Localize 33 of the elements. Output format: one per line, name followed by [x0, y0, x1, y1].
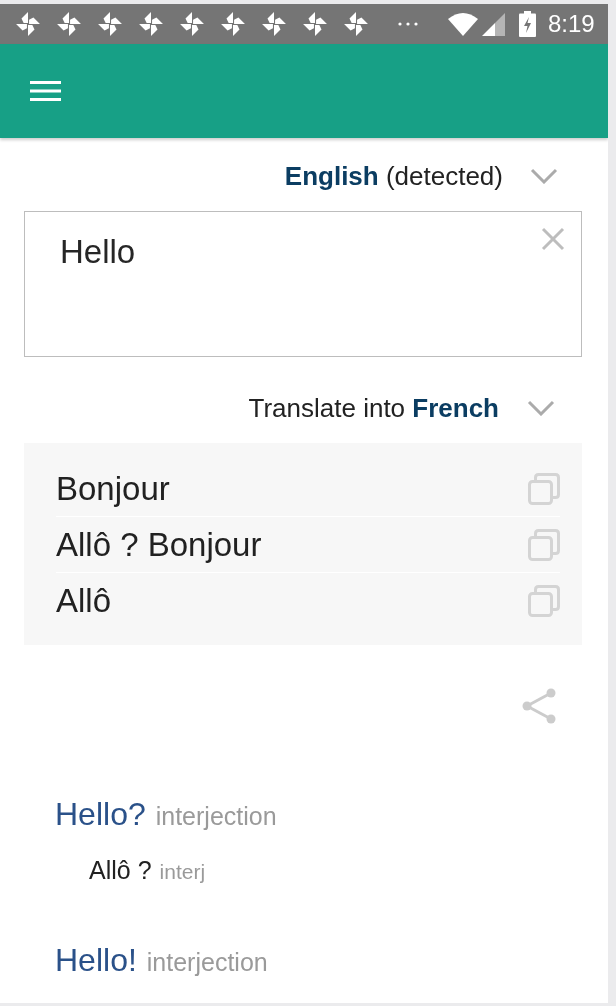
chevron-down-icon[interactable] [527, 400, 555, 416]
pinwheel-icon [179, 11, 205, 37]
signal-icon [482, 12, 505, 36]
copy-icon[interactable] [528, 528, 560, 561]
chevron-down-icon[interactable] [530, 168, 558, 184]
pinwheel-icon [220, 11, 246, 37]
part-of-speech-label: interjection [155, 802, 277, 831]
pinwheel-icon [302, 11, 328, 37]
copy-icon[interactable] [528, 585, 560, 617]
part-of-speech-label: interjection [146, 948, 268, 977]
share-icon[interactable] [522, 688, 556, 724]
target-language-label[interactable]: Translate into French [248, 392, 499, 424]
copy-icon[interactable] [528, 472, 560, 505]
pinwheel-icon [15, 11, 41, 37]
menu-icon[interactable] [30, 81, 61, 101]
pinwheel-icon [343, 11, 369, 37]
sense-translation: Allô ? [89, 855, 152, 886]
translation-text: Bonjour [56, 468, 170, 509]
wifi-icon [448, 12, 478, 36]
close-icon[interactable] [541, 227, 565, 251]
pinwheel-icon [56, 11, 82, 37]
clock-time: 8:19 [548, 10, 595, 38]
source-language-label[interactable]: English (detected) [284, 160, 503, 192]
pinwheel-icon [97, 11, 123, 37]
part-of-speech-label: interj [159, 860, 206, 884]
text-input-field[interactable]: Hello [24, 211, 582, 357]
pinwheel-icon [261, 11, 287, 37]
headword-link[interactable]: Hello! [55, 940, 137, 980]
input-text: Hello [60, 232, 137, 272]
headword-link[interactable]: Hello? [55, 794, 146, 834]
pinwheel-icon [138, 11, 164, 37]
translation-text: Allô [56, 581, 112, 621]
translation-text: Allô ? Bonjour [56, 524, 262, 565]
